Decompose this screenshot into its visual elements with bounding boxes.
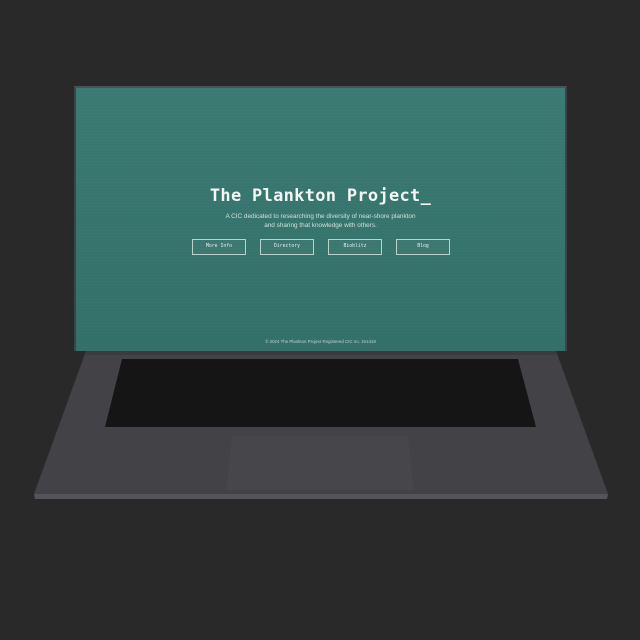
site-tagline-line-1: A CIC dedicated to researching the diver… [225, 213, 416, 220]
site-tagline-line-2: and sharing that knowledge with others. [264, 222, 377, 229]
keyboard-well [105, 359, 536, 427]
laptop-mockup-scene: The Plankton Project_ A CIC dedicated to… [0, 0, 640, 640]
directory-button[interactable]: Directory [260, 239, 314, 255]
more-info-button[interactable]: More Info [192, 239, 246, 255]
laptop-front-edge [34, 494, 608, 499]
laptop-screen: The Plankton Project_ A CIC dedicated to… [74, 86, 567, 351]
site-footer: © 2024 The Plankton Project Registered C… [265, 339, 376, 344]
site-nav: More Info Directory Bioblitz Blog [192, 239, 452, 256]
site-title: The Plankton Project_ [209, 186, 432, 206]
blog-button[interactable]: Blog [396, 239, 450, 255]
bioblitz-button[interactable]: Bioblitz [328, 239, 382, 255]
site-tagline: A CIC dedicated to researching the diver… [76, 212, 565, 230]
trackpad [226, 436, 414, 490]
